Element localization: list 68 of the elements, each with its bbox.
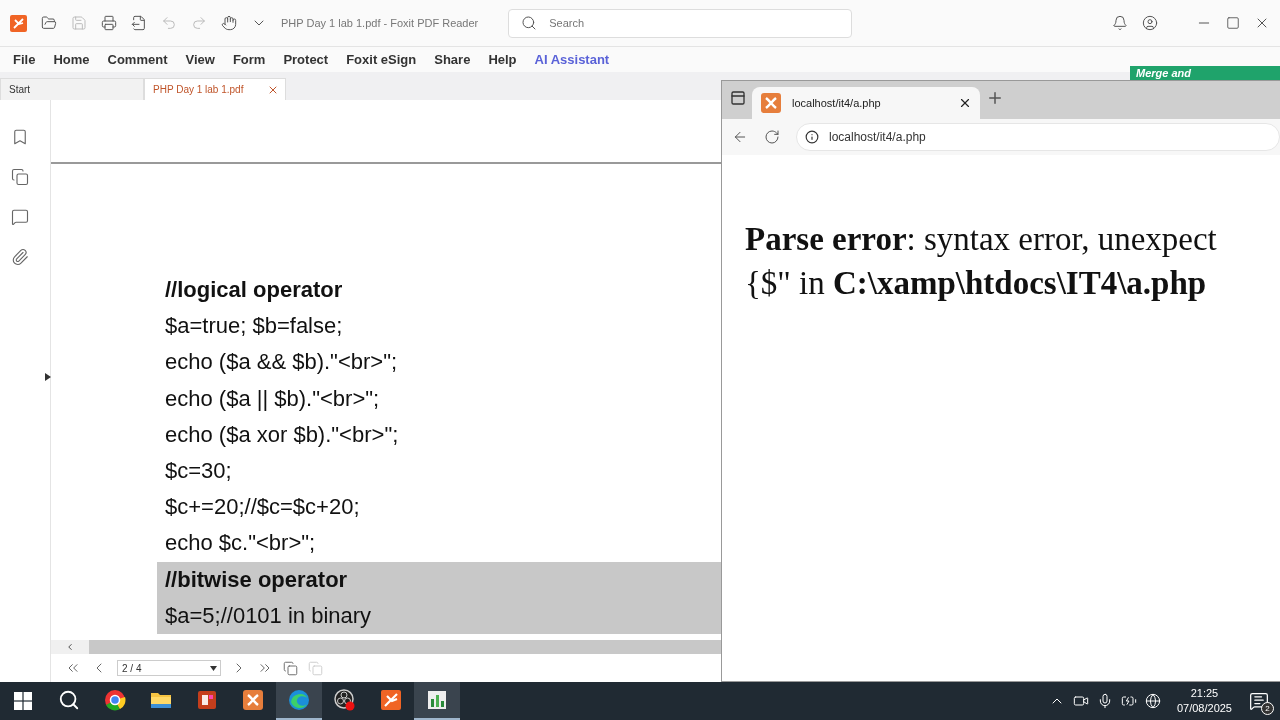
attachment-icon[interactable] — [11, 248, 29, 266]
search-icon[interactable] — [521, 15, 538, 31]
print-icon[interactable] — [101, 15, 117, 31]
back-icon[interactable] — [732, 129, 748, 145]
chart-app-icon[interactable] — [426, 689, 448, 711]
notification-center-icon[interactable] — [1249, 691, 1269, 711]
menu-item[interactable]: View — [176, 52, 224, 67]
code-line: $c+=20;//$c=$c+20; — [165, 493, 360, 522]
code-line: echo ($a && $b)."<br>"; — [165, 348, 398, 377]
code-comment: //bitwise operator — [165, 565, 348, 594]
menu-item[interactable]: AI Assistant — [525, 52, 619, 67]
browser-tab[interactable]: localhost/it4/a.php — [752, 87, 980, 119]
dropdown-caret-icon[interactable] — [210, 665, 217, 671]
tab-actions-icon[interactable] — [730, 90, 746, 106]
search-icon[interactable] — [58, 689, 80, 711]
comment-icon[interactable] — [11, 208, 29, 226]
code-line: $c=30; — [165, 456, 232, 485]
window-title: PHP Day 1 lab 1.pdf - Foxit PDF Reader — [281, 17, 479, 29]
xampp-icon[interactable] — [242, 689, 264, 711]
address-bar[interactable]: localhost/it4/a.php — [796, 123, 1280, 151]
menu-item[interactable]: Comment — [98, 52, 177, 67]
clock-date: 07/08/2025 — [1176, 701, 1232, 716]
code-line: echo $c."<br>"; — [165, 529, 316, 558]
close-tab-icon[interactable] — [958, 96, 972, 110]
export-icon[interactable] — [131, 15, 147, 31]
open-icon[interactable] — [41, 15, 57, 31]
presentation-icon[interactable] — [196, 689, 218, 711]
bookmark-icon[interactable] — [11, 128, 29, 146]
recorder-icon[interactable] — [333, 688, 357, 712]
pdf-reader-icon[interactable] — [380, 689, 402, 711]
code-line: echo ($a || $b)."<br>"; — [165, 384, 380, 413]
start-icon[interactable] — [14, 692, 32, 710]
folder-icon[interactable] — [150, 690, 172, 710]
page-number-field[interactable]: 2 / 4 — [117, 660, 221, 676]
camera-icon[interactable] — [1072, 693, 1089, 709]
code-line: $a=true; $b=false; — [165, 312, 343, 341]
menu-item[interactable]: File — [4, 52, 45, 67]
hand-icon[interactable] — [221, 15, 237, 31]
battery-icon[interactable] — [1120, 693, 1137, 709]
network-icon[interactable] — [1144, 693, 1161, 709]
account-icon[interactable] — [1142, 15, 1158, 31]
menu-item[interactable]: Form — [223, 52, 275, 67]
document-tab[interactable]: PHP Day 1 lab 1.pdf — [144, 78, 286, 100]
maximize-icon[interactable] — [1226, 16, 1240, 30]
clock-time: 21:25 — [1190, 686, 1219, 701]
pages-icon[interactable] — [11, 168, 29, 186]
search-box[interactable]: Search — [508, 8, 853, 38]
page-view-icon[interactable] — [283, 660, 298, 676]
error-message: {$" in C:\xamp\htdocs\IT4\a.php — [745, 264, 1208, 303]
error-message: Parse error: syntax error, unexpect — [745, 220, 1218, 259]
reload-icon[interactable] — [764, 129, 780, 145]
menu-item[interactable]: Help — [479, 52, 526, 67]
menu-item[interactable]: Protect — [274, 52, 338, 67]
search-field[interactable]: Search — [547, 16, 840, 30]
code-line: $a=5;//0101 in binary — [165, 601, 372, 630]
chevron-left-icon[interactable] — [65, 642, 75, 652]
document-tab[interactable]: Start — [0, 78, 144, 100]
notification-icon[interactable] — [1112, 15, 1128, 31]
new-tab-icon[interactable] — [986, 89, 1004, 107]
menu-item[interactable]: Home — [44, 52, 99, 67]
app-logo-icon[interactable] — [10, 14, 27, 32]
code-line: echo ($a xor $b)."<br>"; — [165, 420, 399, 449]
browser-icon[interactable] — [104, 689, 126, 711]
notification-count: 2 — [1261, 702, 1274, 715]
edge-icon[interactable] — [288, 689, 310, 711]
menu-item[interactable]: Share — [425, 52, 480, 67]
menu-item[interactable]: Foxit eSign — [337, 52, 426, 67]
code-comment: //logical operator — [165, 276, 343, 304]
